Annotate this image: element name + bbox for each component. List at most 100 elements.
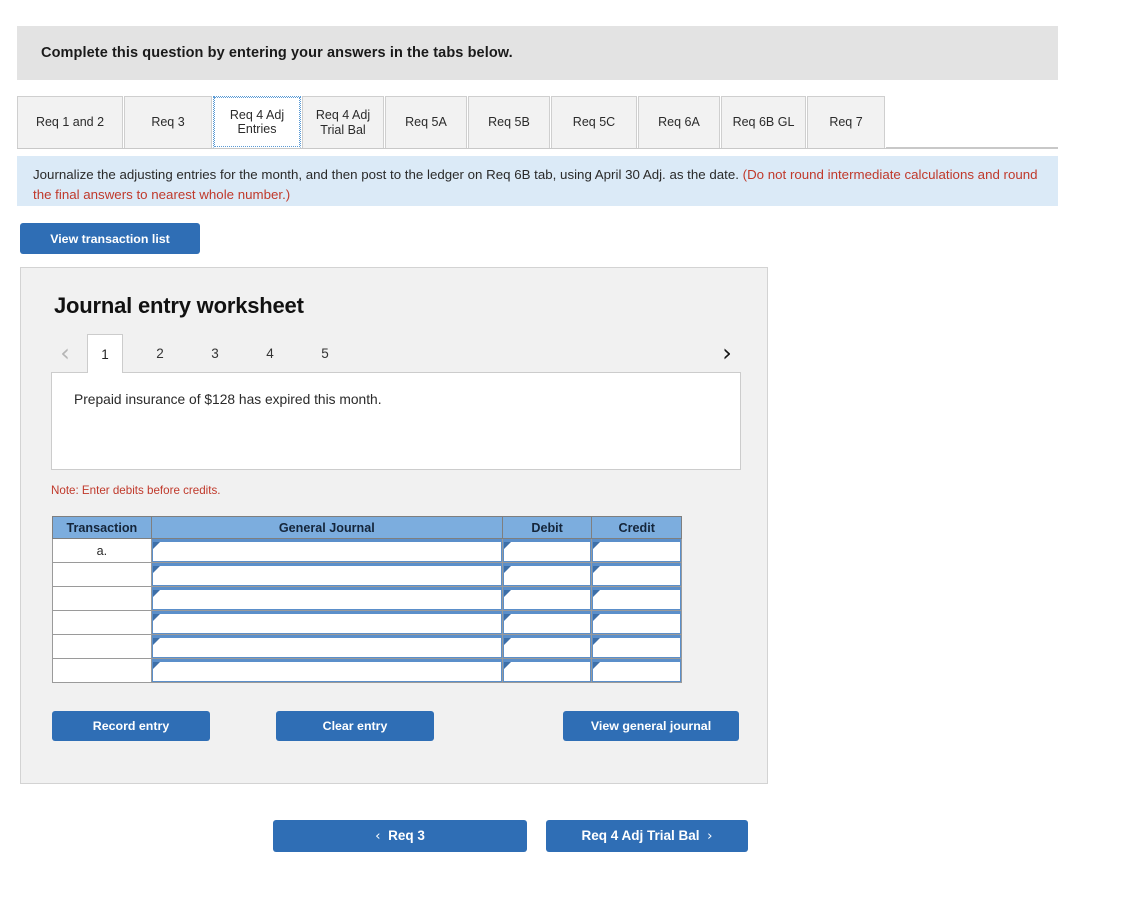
tab-req-5a[interactable]: Req 5A	[385, 96, 467, 148]
journal-entry-worksheet-panel: Journal entry worksheet ‹ 1 2 3 4 5 › Pr…	[20, 267, 768, 784]
debit-input[interactable]	[502, 563, 592, 586]
table-header-row: Transaction General Journal Debit Credit	[52, 516, 682, 539]
prev-requirement-button[interactable]: ‹ Req 3	[273, 820, 527, 852]
journal-entry-table-body: a.	[52, 538, 682, 683]
tab-req-6b-gl[interactable]: Req 6B GL	[721, 96, 806, 148]
top-cutoff-strip	[0, 0, 1128, 10]
record-entry-button[interactable]: Record entry	[52, 711, 210, 741]
cell-credit[interactable]	[591, 586, 682, 611]
debit-input[interactable]	[502, 635, 592, 658]
journal-entry-table: Transaction General Journal Debit Credit…	[52, 516, 682, 683]
page-root: Complete this question by entering your …	[0, 0, 1128, 910]
table-row	[52, 658, 682, 683]
cell-debit[interactable]	[501, 586, 593, 611]
tab-req-3[interactable]: Req 3	[124, 96, 212, 148]
credit-input[interactable]	[592, 659, 681, 682]
tab-req-4-adj-trial-bal[interactable]: Req 4 Adj Trial Bal	[302, 96, 384, 148]
cell-credit[interactable]	[591, 658, 682, 683]
cell-credit[interactable]	[591, 634, 682, 659]
general-journal-input[interactable]	[151, 563, 502, 586]
tab-req-4-adj-entries[interactable]: Req 4 Adj Entries	[213, 96, 301, 148]
tab-label: Req 1 and 2	[35, 115, 105, 130]
cell-general-journal[interactable]	[150, 586, 503, 611]
tab-label: Req 4 Adj Entries	[229, 107, 285, 136]
general-journal-input[interactable]	[151, 611, 502, 634]
pager-next-icon[interactable]: ›	[713, 334, 741, 372]
cell-general-journal[interactable]	[150, 634, 503, 659]
debits-before-credits-note: Note: Enter debits before credits.	[51, 484, 221, 497]
pager-page-4[interactable]: 4	[252, 334, 288, 372]
column-header-debit: Debit	[501, 516, 593, 539]
tab-req-7[interactable]: Req 7	[807, 96, 885, 148]
tab-label: Req 4 Adj Trial Bal	[315, 108, 371, 137]
credit-input[interactable]	[592, 563, 681, 586]
debit-input[interactable]	[502, 611, 592, 634]
view-general-journal-button[interactable]: View general journal	[563, 711, 739, 741]
credit-input[interactable]	[592, 587, 681, 610]
requirement-tabs: Req 1 and 2 Req 3 Req 4 Adj Entries Req 4…	[17, 96, 1058, 149]
instruction-banner: Journalize the adjusting entries for the…	[17, 156, 1058, 206]
cell-transaction	[52, 610, 152, 635]
prev-requirement-label: Req 3	[388, 828, 425, 843]
pager-page-3[interactable]: 3	[197, 334, 233, 372]
tab-req-6a[interactable]: Req 6A	[638, 96, 720, 148]
worksheet-title: Journal entry worksheet	[54, 293, 304, 318]
cell-debit[interactable]	[501, 538, 593, 563]
view-transaction-list-button[interactable]: View transaction list	[20, 223, 200, 254]
column-header-general-journal: General Journal	[150, 516, 503, 539]
debit-input[interactable]	[502, 539, 592, 562]
cell-debit[interactable]	[501, 634, 593, 659]
tab-label: Req 6A	[658, 115, 700, 130]
tab-req-1-and-2[interactable]: Req 1 and 2	[17, 96, 123, 148]
column-header-credit: Credit	[591, 516, 682, 539]
general-journal-input[interactable]	[151, 587, 502, 610]
pager-page-2[interactable]: 2	[142, 334, 178, 372]
cell-general-journal[interactable]	[150, 658, 503, 683]
chevron-left-icon: ‹	[375, 828, 381, 844]
tabstrip-filler	[886, 96, 1058, 148]
tab-req-5c[interactable]: Req 5C	[551, 96, 637, 148]
cell-debit[interactable]	[501, 610, 593, 635]
cell-debit[interactable]	[501, 658, 593, 683]
cell-transaction: a.	[52, 538, 152, 563]
cell-debit[interactable]	[501, 562, 593, 587]
cell-credit[interactable]	[591, 538, 682, 563]
cell-general-journal[interactable]	[150, 538, 503, 563]
tab-label: Req 5B	[488, 115, 530, 130]
cell-credit[interactable]	[591, 562, 682, 587]
tab-label: Req 5A	[405, 115, 447, 130]
credit-input[interactable]	[592, 611, 681, 634]
pager-page-5[interactable]: 5	[307, 334, 343, 372]
general-journal-input[interactable]	[151, 635, 502, 658]
instruction-main-text: Journalize the adjusting entries for the…	[33, 167, 743, 182]
pager-prev-icon[interactable]: ‹	[51, 334, 79, 372]
tab-label: Req 3	[151, 115, 185, 130]
question-header-text: Complete this question by entering your …	[41, 45, 513, 61]
general-journal-input[interactable]	[151, 659, 502, 682]
cell-general-journal[interactable]	[150, 610, 503, 635]
table-row	[52, 586, 682, 611]
worksheet-pager: ‹ 1 2 3 4 5 ›	[51, 334, 741, 373]
cell-credit[interactable]	[591, 610, 682, 635]
tab-label: Req 6B GL	[732, 115, 795, 130]
cell-transaction	[52, 562, 152, 587]
clear-entry-button[interactable]: Clear entry	[276, 711, 434, 741]
general-journal-input[interactable]	[151, 539, 502, 562]
chevron-right-icon: ›	[707, 828, 713, 844]
credit-input[interactable]	[592, 539, 681, 562]
table-row	[52, 562, 682, 587]
next-requirement-label: Req 4 Adj Trial Bal	[581, 828, 700, 843]
debit-input[interactable]	[502, 587, 592, 610]
debit-input[interactable]	[502, 659, 592, 682]
transaction-description-box: Prepaid insurance of $128 has expired th…	[51, 372, 741, 470]
transaction-description-text: Prepaid insurance of $128 has expired th…	[74, 392, 382, 407]
table-row: a.	[52, 538, 682, 563]
tab-label: Req 7	[829, 115, 863, 130]
pager-page-1[interactable]: 1	[87, 334, 123, 373]
column-header-transaction: Transaction	[52, 516, 152, 539]
next-requirement-button[interactable]: Req 4 Adj Trial Bal ›	[546, 820, 748, 852]
credit-input[interactable]	[592, 635, 681, 658]
table-row	[52, 634, 682, 659]
cell-general-journal[interactable]	[150, 562, 503, 587]
tab-req-5b[interactable]: Req 5B	[468, 96, 550, 148]
